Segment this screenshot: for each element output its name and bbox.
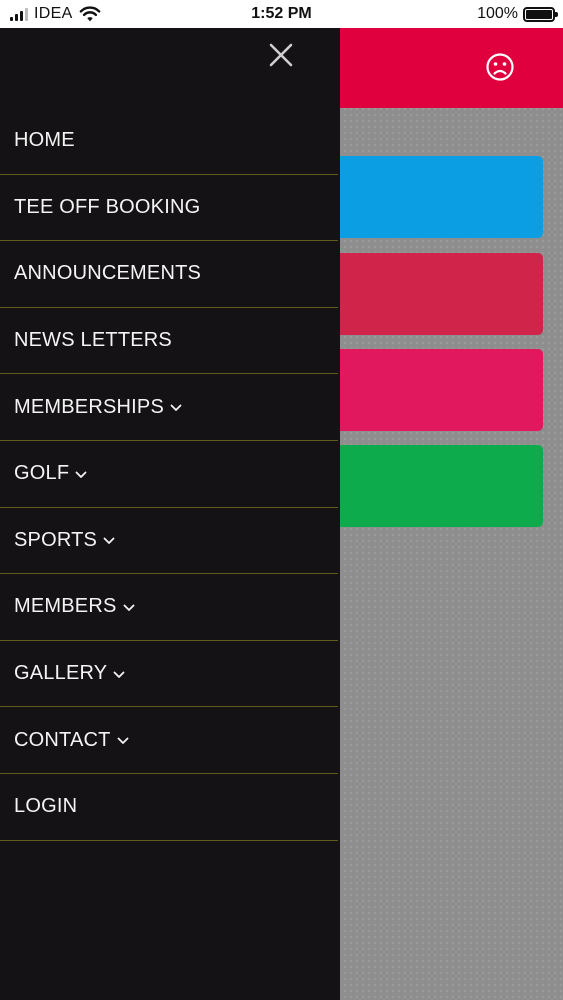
menu-item-label: TEE OFF BOOKING (14, 195, 201, 218)
carrier-name: IDEA (34, 5, 73, 22)
menu-item-label: GOLF (14, 462, 70, 485)
menu-item-label: LOGIN (14, 795, 78, 818)
menu-item-login[interactable]: LOGIN (0, 774, 338, 841)
menu-item-label: SPORTS (14, 528, 98, 551)
menu-item-label: GALLERY (14, 662, 108, 685)
menu-item-gallery[interactable]: GALLERY (0, 641, 338, 708)
status-right: 100% (477, 5, 558, 23)
menu-item-news-letters[interactable]: NEWS LETTERS (0, 308, 338, 375)
battery-percent: 100% (477, 5, 518, 22)
status-bar: IDEA 1:52 PM 100% (0, 0, 563, 28)
nav-drawer: HOME TEE OFF BOOKING ANNOUNCEMENTS NEWS LET… (0, 28, 340, 1000)
menu-item-label: MEMBERSHIPS (14, 395, 165, 418)
chevron-down-icon[interactable] (103, 537, 115, 545)
menu-item-label: CONTACT (14, 728, 111, 751)
chevron-down-icon[interactable] (117, 737, 129, 745)
menu-item-sports[interactable]: SPORTS (0, 508, 338, 575)
status-left: IDEA (10, 5, 101, 23)
chevron-down-icon[interactable] (113, 671, 125, 679)
menu-item-home[interactable]: HOME (0, 108, 338, 175)
menu-item-label: ANNOUNCEMENTS (14, 262, 202, 285)
battery-fill (526, 9, 552, 19)
menu-item-contact[interactable]: CONTACT (0, 707, 338, 774)
menu-item-label: NEWS LETTERS (14, 329, 172, 352)
menu-item-members[interactable]: MEMBERS (0, 574, 338, 641)
nav-menu: HOME TEE OFF BOOKING ANNOUNCEMENTS NEWS LET… (0, 108, 338, 841)
menu-item-label: MEMBERS (14, 595, 117, 618)
signal-icon (10, 7, 28, 21)
chevron-down-icon[interactable] (123, 604, 135, 612)
sad-face-icon[interactable] (485, 52, 515, 82)
menu-item-golf[interactable]: GOLF (0, 441, 338, 508)
close-icon[interactable] (266, 40, 296, 70)
menu-item-label: HOME (14, 129, 75, 152)
chevron-down-icon[interactable] (170, 404, 182, 412)
wifi-icon (79, 6, 100, 22)
chevron-down-icon[interactable] (75, 471, 87, 479)
menu-item-announcements[interactable]: ANNOUNCEMENTS (0, 241, 338, 308)
menu-item-tee-off-booking[interactable]: TEE OFF BOOKING (0, 175, 338, 242)
battery-icon (523, 6, 558, 22)
menu-item-memberships[interactable]: MEMBERSHIPS (0, 374, 338, 441)
